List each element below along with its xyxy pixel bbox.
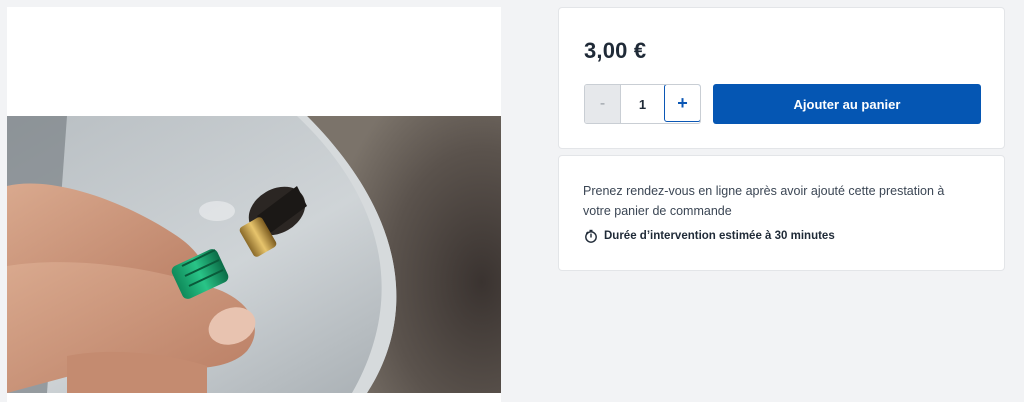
quantity-stepper: - 1 + xyxy=(584,84,701,124)
duration-row: Durée d’intervention estimée à 30 minute… xyxy=(584,229,835,243)
quantity-increment-button[interactable]: + xyxy=(664,85,700,122)
quantity-decrement-button[interactable]: - xyxy=(585,85,621,123)
product-image xyxy=(7,116,501,393)
quantity-value[interactable]: 1 xyxy=(621,85,664,123)
duration-text: Durée d’intervention estimée à 30 minute… xyxy=(604,230,835,242)
product-page: 3,00 € - 1 + Ajouter au panier Prenez re… xyxy=(0,0,1024,402)
product-media xyxy=(7,7,501,402)
appointment-info-text: Prenez rendez-vous en ligne après avoir … xyxy=(583,184,945,218)
purchase-card: 3,00 € - 1 + Ajouter au panier xyxy=(558,7,1005,149)
image-bottom-strip xyxy=(7,393,501,402)
add-to-cart-button[interactable]: Ajouter au panier xyxy=(713,84,981,124)
appointment-info-card: Prenez rendez-vous en ligne après avoir … xyxy=(558,155,1005,271)
product-price: 3,00 € xyxy=(584,38,647,63)
stopwatch-icon xyxy=(584,229,598,243)
